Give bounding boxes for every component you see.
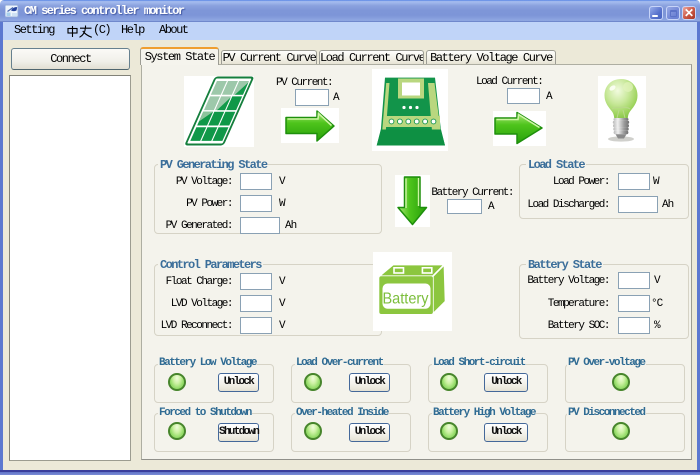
svg-text:Battery: Battery — [383, 291, 429, 308]
